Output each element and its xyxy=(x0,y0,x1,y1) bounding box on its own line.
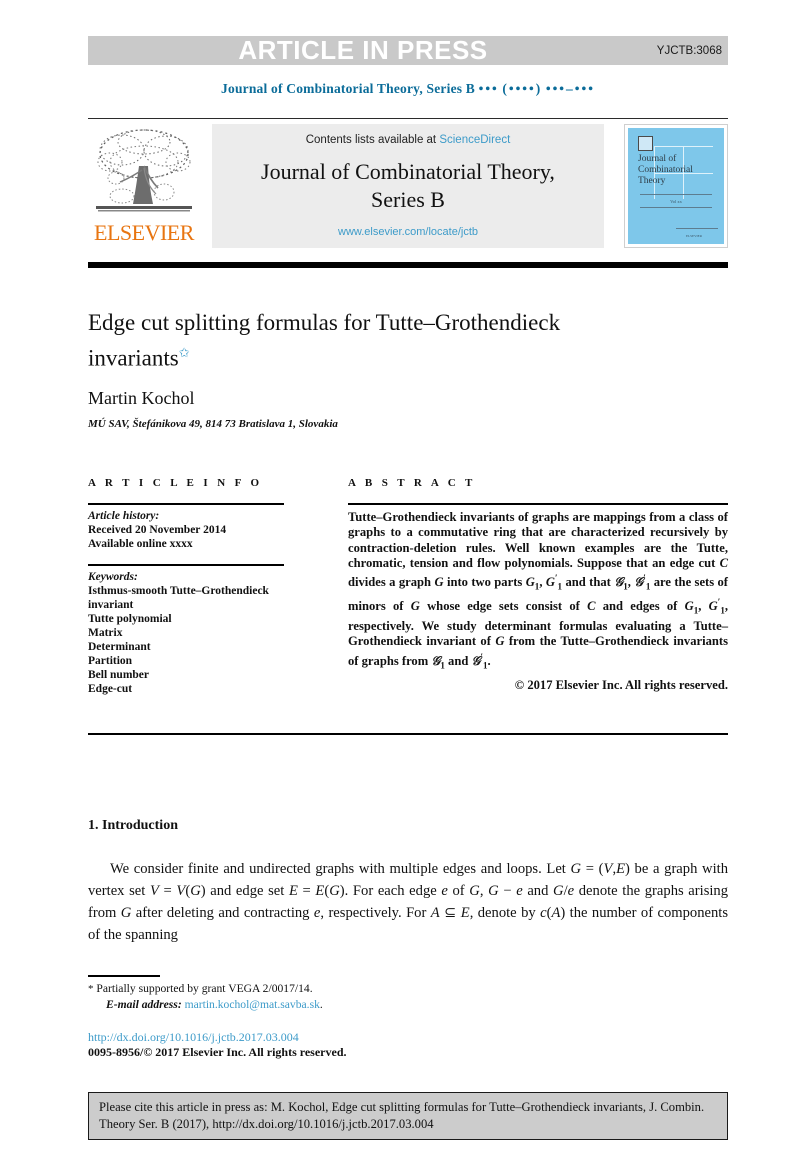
keyword-item: Matrix xyxy=(88,627,123,639)
contents-prefix: Contents lists available at xyxy=(305,134,437,146)
journal-title-line-1: Journal of Combinatorial Theory, xyxy=(261,159,555,184)
footnote-star-marker: * xyxy=(88,983,94,995)
footnote-rule xyxy=(88,975,160,977)
footnote-grant-line: * Partially supported by grant VEGA 2/00… xyxy=(88,981,588,997)
section-divider-rule xyxy=(88,733,728,735)
introduction-paragraph: We consider finite and undirected graphs… xyxy=(88,861,729,943)
running-head-year: (••••) xyxy=(502,81,543,96)
section-heading-introduction: 1. Introduction xyxy=(88,818,178,833)
cover-background: Journal of Combinatorial Theory Vol xx E… xyxy=(628,128,724,244)
issn-copyright-line: 0095-8956/© 2017 Elsevier Inc. All right… xyxy=(88,1045,347,1059)
author-name: Martin Kochol xyxy=(88,388,195,408)
abstract-rule xyxy=(348,503,728,505)
cover-emblem-icon xyxy=(638,136,653,151)
sciencedirect-link[interactable]: ScienceDirect xyxy=(439,134,510,146)
elsevier-tree-icon xyxy=(96,129,192,212)
masthead-bottom-thick-rule xyxy=(88,262,728,268)
article-history-online: Available online xxxx xyxy=(88,538,193,550)
manuscript-code: YJCTB:3068 xyxy=(656,45,722,57)
cover-title-line-3: Theory xyxy=(638,176,666,186)
doi-link[interactable]: http://dx.doi.org/10.1016/j.jctb.2017.03… xyxy=(88,1030,299,1045)
email-address-label: E-mail address: xyxy=(106,998,182,1011)
article-history-received: Received 20 November 2014 xyxy=(88,524,227,536)
paper-page: ARTICLE IN PRESS YJCTB:3068 Journal of C… xyxy=(0,0,808,1162)
contents-available-line: Contents lists available at ScienceDirec… xyxy=(212,134,604,146)
citation-notice-box: Please cite this article in press as: M.… xyxy=(88,1092,728,1140)
cover-rule-bottom xyxy=(640,207,712,208)
abstract-text: Tutte–Grothendieck invariants of graphs … xyxy=(348,510,729,692)
keyword-item: Isthmus-smooth Tutte–Grothendieck xyxy=(88,585,269,597)
article-history-block: Article history: Received 20 November 20… xyxy=(88,509,298,551)
keyword-item: Bell number xyxy=(88,669,150,681)
keywords-block: Keywords: Isthmus-smooth Tutte–Grothendi… xyxy=(88,570,298,696)
journal-title: Journal of Combinatorial Theory, Series … xyxy=(238,158,578,214)
author-email-link[interactable]: martin.kochol@mat.savba.sk xyxy=(185,998,320,1011)
cover-title-line-2: Combinatorial xyxy=(638,165,693,175)
cover-volume-text: Vol xx xyxy=(670,199,682,204)
cover-rule-top xyxy=(640,194,712,195)
running-head: Journal of Combinatorial Theory, Series … xyxy=(88,81,728,97)
cover-footer-rule xyxy=(676,228,718,229)
journal-masthead: ELSEVIER Contents lists available at Sci… xyxy=(88,118,728,256)
email-trailing-period: . xyxy=(319,998,323,1011)
article-in-press-banner: ARTICLE IN PRESS YJCTB:3068 xyxy=(88,36,728,65)
article-history-label: Article history: xyxy=(88,510,160,522)
info-rule-top xyxy=(88,503,284,505)
running-head-journal: Journal of Combinatorial Theory, Series … xyxy=(221,81,476,96)
keyword-item: Tutte polynomial xyxy=(88,613,172,625)
cover-footer-text: ELSEVIER xyxy=(685,234,702,238)
abstract-heading: A B S T R A C T xyxy=(348,477,476,489)
author-affiliation: MÚ SAV, Štefánikova 49, 814 73 Bratislav… xyxy=(88,418,338,430)
keyword-item: Determinant xyxy=(88,641,151,653)
cover-title-line-1: Journal of xyxy=(638,154,677,164)
keyword-item: Partition xyxy=(88,655,133,667)
keyword-item: Edge-cut xyxy=(88,683,133,695)
citation-line-1: Please cite this article in press as: M.… xyxy=(99,1100,591,1114)
info-rule-middle xyxy=(88,564,284,566)
contents-panel: Contents lists available at ScienceDirec… xyxy=(212,124,604,248)
article-info-heading: A R T I C L E I N F O xyxy=(88,477,263,489)
elsevier-wordmark: ELSEVIER xyxy=(94,220,194,245)
running-head-volume: ••• xyxy=(478,81,499,96)
footnote-email-line: E-mail address: martin.kochol@mat.savba.… xyxy=(88,997,588,1012)
footnote-grant-text: Partially supported by grant VEGA 2/0017… xyxy=(96,982,313,995)
running-head-pages: •••–••• xyxy=(545,81,595,96)
page-title: Edge cut splitting formulas for Tutte–Gr… xyxy=(88,308,658,374)
footnote-block: * Partially supported by grant VEGA 2/00… xyxy=(88,981,588,1012)
journal-homepage-link[interactable]: www.elsevier.com/locate/jctb xyxy=(212,226,604,238)
cover-title: Journal of Combinatorial Theory xyxy=(638,154,716,187)
abstract-copyright: © 2017 Elsevier Inc. All rights reserved… xyxy=(514,677,728,692)
keyword-item: invariant xyxy=(88,599,134,611)
citation-notice-text: Please cite this article in press as: M.… xyxy=(99,1099,717,1133)
title-footnote-star-icon[interactable]: ✩ xyxy=(179,345,190,360)
keywords-label: Keywords: xyxy=(88,571,138,583)
article-in-press-label: ARTICLE IN PRESS xyxy=(238,35,488,65)
journal-title-line-2: Series B xyxy=(371,187,445,212)
journal-cover-thumbnail: Journal of Combinatorial Theory Vol xx E… xyxy=(624,124,728,248)
article-title-text: Edge cut splitting formulas for Tutte–Gr… xyxy=(88,310,561,371)
masthead-top-rule xyxy=(88,118,728,119)
elsevier-logo: ELSEVIER xyxy=(88,124,200,248)
